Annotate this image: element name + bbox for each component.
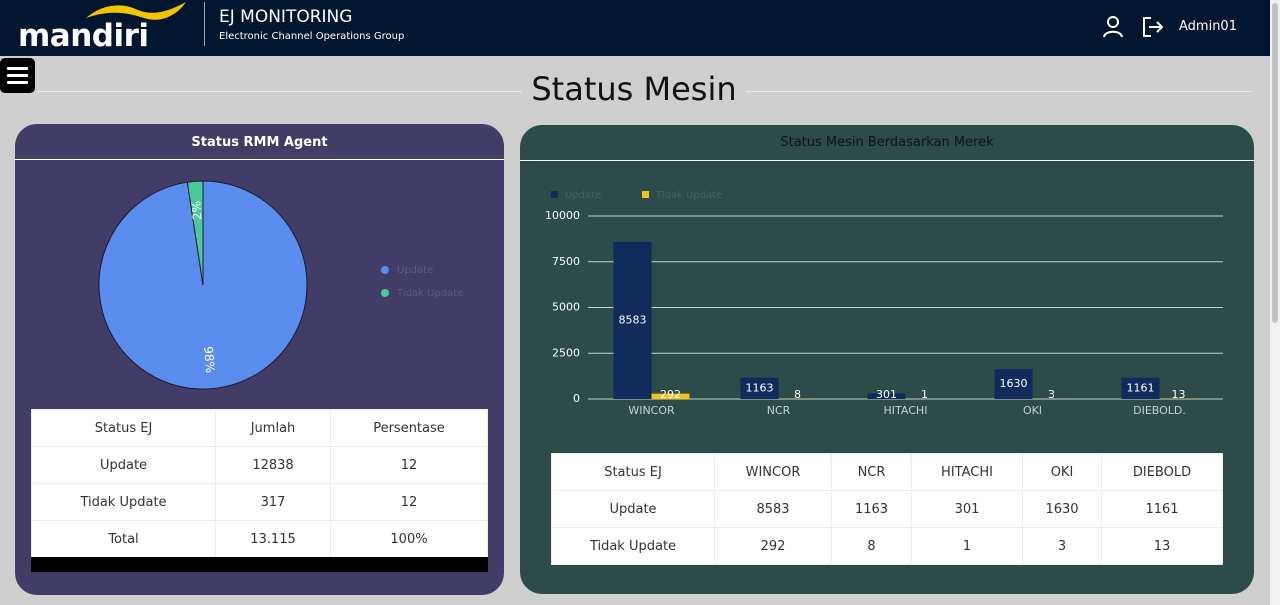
table-row: Update 8583 1163 301 1630 1161: [551, 490, 1223, 528]
x-tick-label: OKI: [1023, 404, 1042, 417]
legend-item-update[interactable]: Update: [381, 265, 433, 276]
y-tick-label: 5000: [552, 301, 580, 314]
column-header: Persentase: [330, 409, 488, 447]
x-tick-label: DIEBOLD.: [1133, 404, 1186, 417]
column-header: NCR: [831, 453, 912, 491]
x-tick-label: HITACHI: [884, 404, 928, 417]
hamburger-icon-line: [7, 74, 28, 77]
rmm-agent-card: Status RMM Agent 98% 2% Update Tidak Upda…: [15, 124, 504, 595]
logout-icon[interactable]: [1142, 16, 1164, 42]
table-cell: 100%: [330, 520, 488, 558]
table-cell: 13.115: [215, 520, 331, 558]
hamburger-menu-button[interactable]: [0, 58, 35, 93]
status-by-brand-card: Status Mesin Berdasarkan Merek 0 2500 5000…: [520, 125, 1254, 594]
bar-value-label: 8: [794, 388, 801, 401]
table-cell: 292: [714, 527, 832, 565]
legend-swatch-tidak-update: [381, 289, 389, 297]
legend-label[interactable]: Tidak Update: [655, 190, 722, 201]
bar-value-label: 292: [660, 388, 681, 401]
header-divider: [204, 2, 205, 46]
scrollbar-thumb[interactable]: [1272, 3, 1278, 323]
x-tick-label: WINCOR: [628, 404, 675, 417]
table-row: Update 12838 12: [31, 446, 488, 484]
hamburger-icon-line: [7, 81, 28, 84]
table-cell: Update: [551, 490, 715, 528]
logo-text: mandiri: [18, 18, 149, 54]
table-cell: 1163: [831, 490, 912, 528]
table-cell: 1: [911, 527, 1023, 565]
column-header: Status EJ: [551, 453, 715, 491]
brand-status-table: Status EJ WINCOR NCR HITACHI OKI DIEBOLD…: [551, 453, 1223, 565]
table-cell: 1161: [1101, 490, 1223, 528]
app-title: EJ MONITORING: [219, 7, 353, 27]
table-row: Tidak Update 317 12: [31, 483, 488, 521]
user-icon[interactable]: [1103, 16, 1123, 42]
table-header-row: Status EJ WINCOR NCR HITACHI OKI DIEBOLD: [551, 453, 1223, 491]
table-cell: Tidak Update: [551, 527, 715, 565]
table-header-row: Status EJ Jumlah Persentase: [31, 409, 488, 447]
bar-value-label: 3: [1048, 388, 1055, 401]
hamburger-icon: [7, 67, 28, 70]
table-cell: Total: [31, 520, 216, 558]
x-tick-label: NCR: [767, 404, 791, 417]
y-tick-label: 2500: [552, 346, 580, 359]
table-cell: 1630: [1022, 490, 1102, 528]
title-rule-left: [36, 91, 522, 92]
bar-value-label: 1630: [1000, 377, 1028, 390]
username[interactable]: Admin01: [1179, 19, 1237, 34]
bar-value-label: 8583: [619, 313, 647, 326]
table-footer-bar: [31, 557, 488, 572]
bar-value-label: 13: [1172, 388, 1186, 401]
table-cell: Update: [31, 446, 216, 484]
y-tick-label: 7500: [552, 255, 580, 268]
legend-swatch: [551, 191, 558, 198]
table-cell: 8583: [714, 490, 832, 528]
table-cell: 13: [1101, 527, 1223, 565]
column-header: Jumlah: [215, 409, 331, 447]
column-header: HITACHI: [911, 453, 1023, 491]
column-header: Status EJ: [31, 409, 216, 447]
table-row: Tidak Update 292 8 1 3 13: [551, 527, 1223, 565]
bar-value-label: 1163: [746, 381, 774, 394]
table-row: Total 13.115 100%: [31, 520, 488, 558]
column-header: DIEBOLD: [1101, 453, 1223, 491]
y-tick-label: 0: [573, 392, 580, 405]
top-header: mandiri EJ MONITORING Electronic Channel…: [0, 0, 1270, 56]
rmm-agent-table: Status EJ Jumlah Persentase Update 12838…: [31, 409, 488, 558]
legend-swatch-update: [381, 266, 389, 274]
title-rule-right: [746, 91, 1252, 92]
legend-swatch: [642, 191, 649, 198]
table-cell: 12: [330, 483, 488, 521]
column-header: WINCOR: [714, 453, 832, 491]
legend-label: Tidak Update: [397, 288, 464, 299]
page-scrollbar[interactable]: [1270, 0, 1280, 605]
pie-slice-label: 2%: [189, 200, 204, 220]
mandiri-logo[interactable]: mandiri: [18, 0, 188, 56]
table-cell: 12838: [215, 446, 331, 484]
page-title: Status Mesin: [531, 70, 737, 108]
legend-label: Update: [397, 265, 434, 276]
table-cell: Tidak Update: [31, 483, 216, 521]
table-cell: 317: [215, 483, 331, 521]
legend-item-tidak-update[interactable]: Tidak Update: [381, 288, 463, 299]
bar-value-label: 1: [921, 388, 928, 401]
legend-label[interactable]: Update: [565, 190, 601, 201]
table-cell: 12: [330, 446, 488, 484]
bar-value-label: 1161: [1127, 381, 1155, 394]
y-tick-label: 10000: [545, 209, 580, 222]
pie-chart: 98% 2%: [98, 180, 308, 390]
bar-value-label: 301: [876, 388, 897, 401]
table-cell: 301: [911, 490, 1023, 528]
table-cell: 8: [831, 527, 912, 565]
column-header: OKI: [1022, 453, 1102, 491]
pie-slice-label: 98%: [201, 346, 217, 374]
bar-chart: 0 2500 5000 7500 10000 Update Tidak Update 8583…: [545, 190, 1223, 417]
app-subtitle: Electronic Channel Operations Group: [219, 31, 405, 42]
table-cell: 3: [1022, 527, 1102, 565]
